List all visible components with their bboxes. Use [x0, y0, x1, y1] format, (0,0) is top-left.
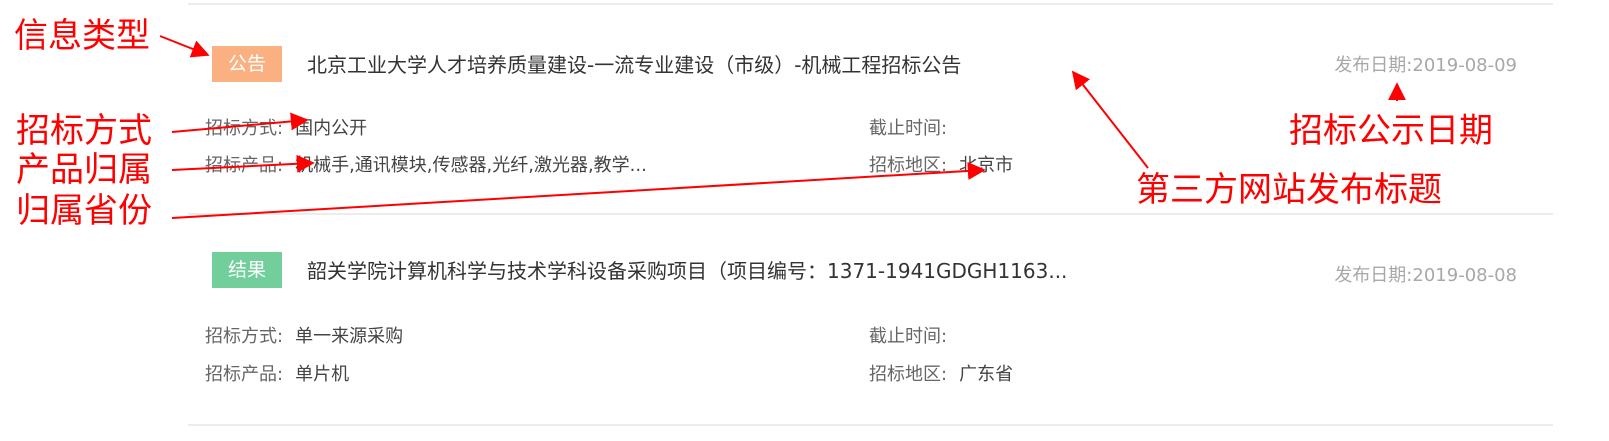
arrow-info-type — [159, 35, 210, 58]
arrow-third-party-title — [1071, 70, 1149, 169]
annotation-arrows — [159, 35, 1406, 219]
arrow-product — [171, 154, 315, 173]
arrow-province — [171, 161, 986, 219]
arrow-bid-method — [171, 112, 309, 133]
